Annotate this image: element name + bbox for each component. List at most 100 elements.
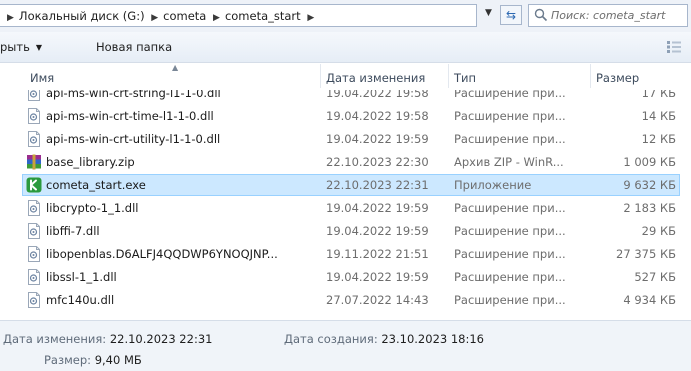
file-date: 19.04.2022 19:58 — [326, 109, 429, 123]
dll-file-icon — [26, 200, 42, 216]
details-size-value: 9,40 МБ — [94, 353, 142, 367]
open-button[interactable]: рыть ▼ — [0, 40, 42, 54]
column-headers: ▲ Имя Дата изменения Тип Размер — [0, 62, 691, 90]
breadcrumb-item-cometa-start[interactable]: cometa_start — [225, 9, 301, 23]
file-name: api-ms-win-crt-utility-l1-1-0.dll — [46, 132, 221, 146]
details-pane: Дата изменения: 22.10.2023 22:31 Дата со… — [0, 320, 691, 371]
details-size-label: Размер: — [44, 353, 92, 367]
file-name: libopenblas.D6ALFJ4QQDWP6YNOQJNP... — [46, 247, 278, 261]
file-name: mfc140u.dll — [46, 293, 115, 307]
file-type: Расширение при... — [454, 247, 566, 261]
dll-file-icon — [26, 246, 42, 262]
dll-file-icon — [26, 292, 42, 308]
file-date: 19.04.2022 19:59 — [326, 132, 429, 146]
dll-file-icon — [26, 269, 42, 285]
file-list: api-ms-win-crt-string-l1-1-0.dll 19.04.20… — [0, 90, 691, 318]
details-modified-label: Дата изменения: — [3, 332, 107, 346]
view-options-icon[interactable] — [666, 40, 682, 54]
address-bar[interactable]: ▶ Локальный диск (G:) ▶ cometa ▶ cometa_sta… — [0, 4, 477, 27]
file-type: Расширение при... — [454, 224, 566, 238]
refresh-button[interactable]: ⇆ — [500, 5, 522, 25]
column-header-type[interactable]: Тип — [454, 71, 476, 85]
file-date: 19.04.2022 19:59 — [326, 270, 429, 284]
new-folder-button[interactable]: Новая папка — [96, 40, 172, 54]
cometa-app-icon — [26, 177, 42, 193]
file-size: 527 КБ — [634, 270, 676, 284]
details-created-label: Дата создания: — [284, 332, 378, 346]
search-icon — [534, 8, 548, 22]
file-date: 19.04.2022 19:59 — [326, 201, 429, 215]
file-size: 1 009 КБ — [623, 155, 676, 169]
file-name: api-ms-win-crt-time-l1-1-0.dll — [46, 109, 214, 123]
breadcrumb-separator-icon[interactable]: ▶ — [307, 13, 314, 23]
file-date: 19.04.2022 19:58 — [326, 90, 429, 100]
file-name: libcrypto-1_1.dll — [46, 201, 139, 215]
dll-file-icon — [26, 90, 42, 101]
file-date: 27.07.2022 14:43 — [326, 293, 429, 307]
details-modified-value: 22.10.2023 22:31 — [109, 332, 213, 346]
details-created-value: 23.10.2023 18:16 — [381, 332, 485, 346]
column-header-date[interactable]: Дата изменения — [326, 71, 425, 85]
winrar-archive-icon — [26, 154, 42, 170]
breadcrumb: ▶ Локальный диск (G:) ▶ cometa ▶ cometa_sta… — [4, 9, 319, 23]
file-row[interactable]: libffi-7.dll 19.04.2022 19:59 Расширение п… — [0, 220, 691, 243]
column-divider[interactable] — [320, 64, 321, 88]
sort-ascending-icon: ▲ — [172, 63, 179, 72]
file-row[interactable]: api-ms-win-crt-time-l1-1-0.dll 19.04.2022… — [0, 105, 691, 128]
column-header-size[interactable]: Размер — [596, 71, 639, 85]
address-bar-row: ▶ Локальный диск (G:) ▶ cometa ▶ cometa_sta… — [0, 0, 691, 32]
file-type: Расширение при... — [454, 109, 566, 123]
column-divider[interactable] — [590, 64, 591, 88]
chevron-down-icon: ▼ — [35, 43, 43, 52]
column-divider[interactable] — [448, 64, 449, 88]
breadcrumb-separator-icon[interactable]: ▶ — [213, 13, 220, 23]
file-row-selected[interactable]: cometa_start.exe 22.10.2023 22:31 Приложен… — [0, 174, 691, 197]
breadcrumb-separator-icon[interactable]: ▶ — [7, 13, 14, 23]
dll-file-icon — [26, 223, 42, 239]
file-type: Архив ZIP - WinR... — [454, 155, 564, 169]
file-row[interactable]: mfc140u.dll 27.07.2022 14:43 Расширение пр… — [0, 289, 691, 312]
column-header-name[interactable]: Имя — [30, 71, 54, 85]
file-type: Приложение — [454, 178, 532, 192]
details-modified: Дата изменения: 22.10.2023 22:31 — [3, 332, 212, 346]
search-input[interactable] — [551, 7, 683, 24]
file-name: cometa_start.exe — [46, 178, 146, 192]
file-date: 22.10.2023 22:30 — [326, 155, 429, 169]
file-row[interactable]: api-ms-win-crt-utility-l1-1-0.dll 19.04.2… — [0, 128, 691, 151]
file-name: libssl-1_1.dll — [46, 270, 117, 284]
file-row[interactable]: libssl-1_1.dll 19.04.2022 19:59 Расширение… — [0, 266, 691, 289]
dll-file-icon — [26, 108, 42, 124]
file-row[interactable]: libopenblas.D6ALFJ4QQDWP6YNOQJNP... 19.11… — [0, 243, 691, 266]
breadcrumb-separator-icon[interactable]: ▶ — [151, 13, 158, 23]
file-size: 27 375 КБ — [616, 247, 676, 261]
file-type: Расширение при... — [454, 132, 566, 146]
file-type: Расширение при... — [454, 90, 566, 100]
search-box[interactable] — [528, 4, 688, 27]
file-name: base_library.zip — [46, 155, 135, 169]
details-size: Размер: 9,40 МБ — [44, 353, 142, 367]
file-date: 19.04.2022 19:59 — [326, 224, 429, 238]
breadcrumb-item-cometa[interactable]: cometa — [163, 9, 206, 23]
open-button-label: рыть — [0, 40, 30, 54]
file-size: 9 632 КБ — [623, 178, 676, 192]
file-size: 29 КБ — [641, 224, 676, 238]
command-toolbar: рыть ▼ Новая папка — [0, 32, 691, 63]
file-size: 2 183 КБ — [623, 201, 676, 215]
file-type: Расширение при... — [454, 293, 566, 307]
file-list-rows: api-ms-win-crt-string-l1-1-0.dll 19.04.20… — [0, 90, 691, 312]
address-history-dropdown-icon[interactable]: ▼ — [485, 8, 492, 18]
file-size: 4 934 КБ — [623, 293, 676, 307]
file-date: 22.10.2023 22:31 — [326, 178, 429, 192]
file-name: api-ms-win-crt-string-l1-1-0.dll — [46, 90, 221, 100]
new-folder-label: Новая папка — [96, 40, 173, 54]
details-created: Дата создания: 23.10.2023 18:16 — [284, 332, 484, 346]
file-size: 17 КБ — [641, 90, 676, 100]
file-name: libffi-7.dll — [46, 224, 100, 238]
file-row[interactable]: api-ms-win-crt-string-l1-1-0.dll 19.04.20… — [0, 90, 691, 105]
file-type: Расширение при... — [454, 270, 566, 284]
breadcrumb-item-drive[interactable]: Локальный диск (G:) — [19, 9, 145, 23]
file-size: 14 КБ — [641, 109, 676, 123]
file-type: Расширение при... — [454, 201, 566, 215]
file-row[interactable]: libcrypto-1_1.dll 19.04.2022 19:59 Расшире… — [0, 197, 691, 220]
file-row[interactable]: base_library.zip 22.10.2023 22:30 Архив ZI… — [0, 151, 691, 174]
